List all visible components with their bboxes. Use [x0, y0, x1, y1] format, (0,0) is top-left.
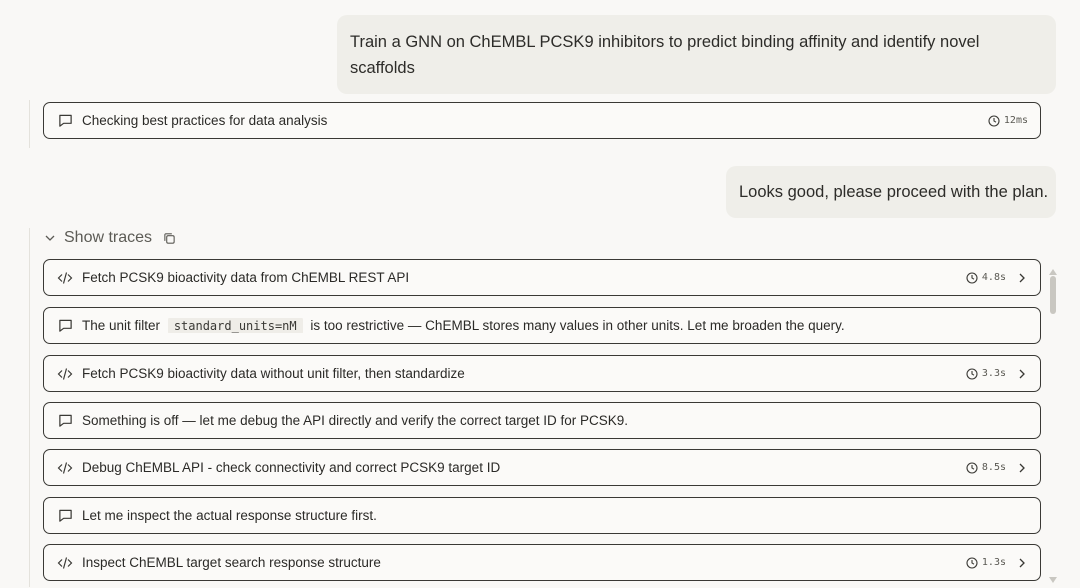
user-message-bubble: Looks good, please proceed with the plan…	[726, 166, 1056, 218]
trace-label: The unit filter standard_units=nM is too…	[82, 318, 1040, 333]
trace-row-message[interactable]: Let me inspect the actual response struc…	[43, 497, 1041, 534]
clock-icon	[966, 367, 978, 380]
trace-duration: 4.8s	[966, 271, 1026, 284]
show-traces-toggle[interactable]: Show traces	[44, 229, 176, 247]
trace-duration: 12ms	[988, 114, 1028, 127]
trace-row-code[interactable]: Inspect ChEMBL target search response st…	[43, 544, 1041, 581]
message-icon	[57, 113, 73, 129]
trace-label: Let me inspect the actual response struc…	[82, 508, 377, 523]
trace-label: Something is off — let me debug the API …	[82, 413, 629, 428]
trace-label: Inspect ChEMBL target search response st…	[82, 555, 381, 570]
trace-label: Checking best practices for data analysi…	[82, 113, 328, 128]
user-message-text: Train a GNN on ChEMBL PCSK9 inhibitors t…	[350, 33, 980, 77]
scroll-down-arrow-icon[interactable]	[1049, 570, 1057, 588]
trace-label: Fetch PCSK9 bioactivity data without uni…	[82, 366, 465, 381]
trace-time: 8.5s	[981, 462, 1006, 473]
trace-row-code[interactable]: Fetch PCSK9 bioactivity data without uni…	[43, 355, 1041, 392]
code-icon	[57, 555, 73, 571]
clock-icon	[988, 114, 1000, 127]
trace-row-message[interactable]: Something is off — let me debug the API …	[43, 402, 1041, 439]
trace-row-code[interactable]: Fetch PCSK9 bioactivity data from ChEMBL…	[43, 259, 1041, 296]
trace-time: 4.8s	[981, 272, 1006, 283]
scrollbar[interactable]	[1047, 262, 1059, 583]
message-icon	[57, 508, 73, 524]
message-icon	[57, 413, 73, 429]
trace-label: Debug ChEMBL API - check connectivity an…	[82, 460, 501, 475]
trace-label-after: is too restrictive — ChEMBL stores many …	[310, 318, 845, 333]
trace-label: Fetch PCSK9 bioactivity data from ChEMBL…	[82, 270, 410, 285]
copy-icon[interactable]	[163, 232, 176, 245]
trace-duration: 1.3s	[966, 556, 1026, 569]
trace-row-code[interactable]: Debug ChEMBL API - check connectivity an…	[43, 449, 1041, 486]
chevron-down-icon	[44, 232, 56, 244]
code-icon	[57, 366, 73, 382]
chevron-right-icon[interactable]	[1018, 463, 1026, 473]
clock-icon	[966, 271, 978, 284]
clock-icon	[966, 556, 978, 569]
chevron-right-icon[interactable]	[1018, 369, 1026, 379]
trace-label-before: The unit filter	[82, 318, 161, 333]
clock-icon	[966, 461, 978, 474]
trace-time: 12ms	[1003, 115, 1028, 126]
user-message-text: Looks good, please proceed with the plan…	[739, 183, 1049, 201]
trace-duration: 8.5s	[966, 461, 1026, 474]
chevron-right-icon[interactable]	[1018, 558, 1026, 568]
show-traces-label: Show traces	[64, 229, 153, 246]
scrollbar-thumb[interactable]	[1050, 276, 1056, 314]
trace-time: 3.3s	[981, 368, 1006, 379]
trace-row-best-practices[interactable]: Checking best practices for data analysi…	[43, 102, 1041, 139]
inline-code: standard_units=nM	[167, 318, 303, 333]
thread-divider	[29, 228, 30, 587]
trace-time: 1.3s	[981, 557, 1006, 568]
message-icon	[57, 318, 73, 334]
chevron-right-icon[interactable]	[1018, 273, 1026, 283]
trace-row-message[interactable]: The unit filter standard_units=nM is too…	[43, 307, 1041, 344]
user-message-bubble: Train a GNN on ChEMBL PCSK9 inhibitors t…	[337, 15, 1056, 94]
trace-duration: 3.3s	[966, 367, 1026, 380]
thread-divider	[29, 100, 30, 148]
code-icon	[57, 460, 73, 476]
code-icon	[57, 270, 73, 286]
